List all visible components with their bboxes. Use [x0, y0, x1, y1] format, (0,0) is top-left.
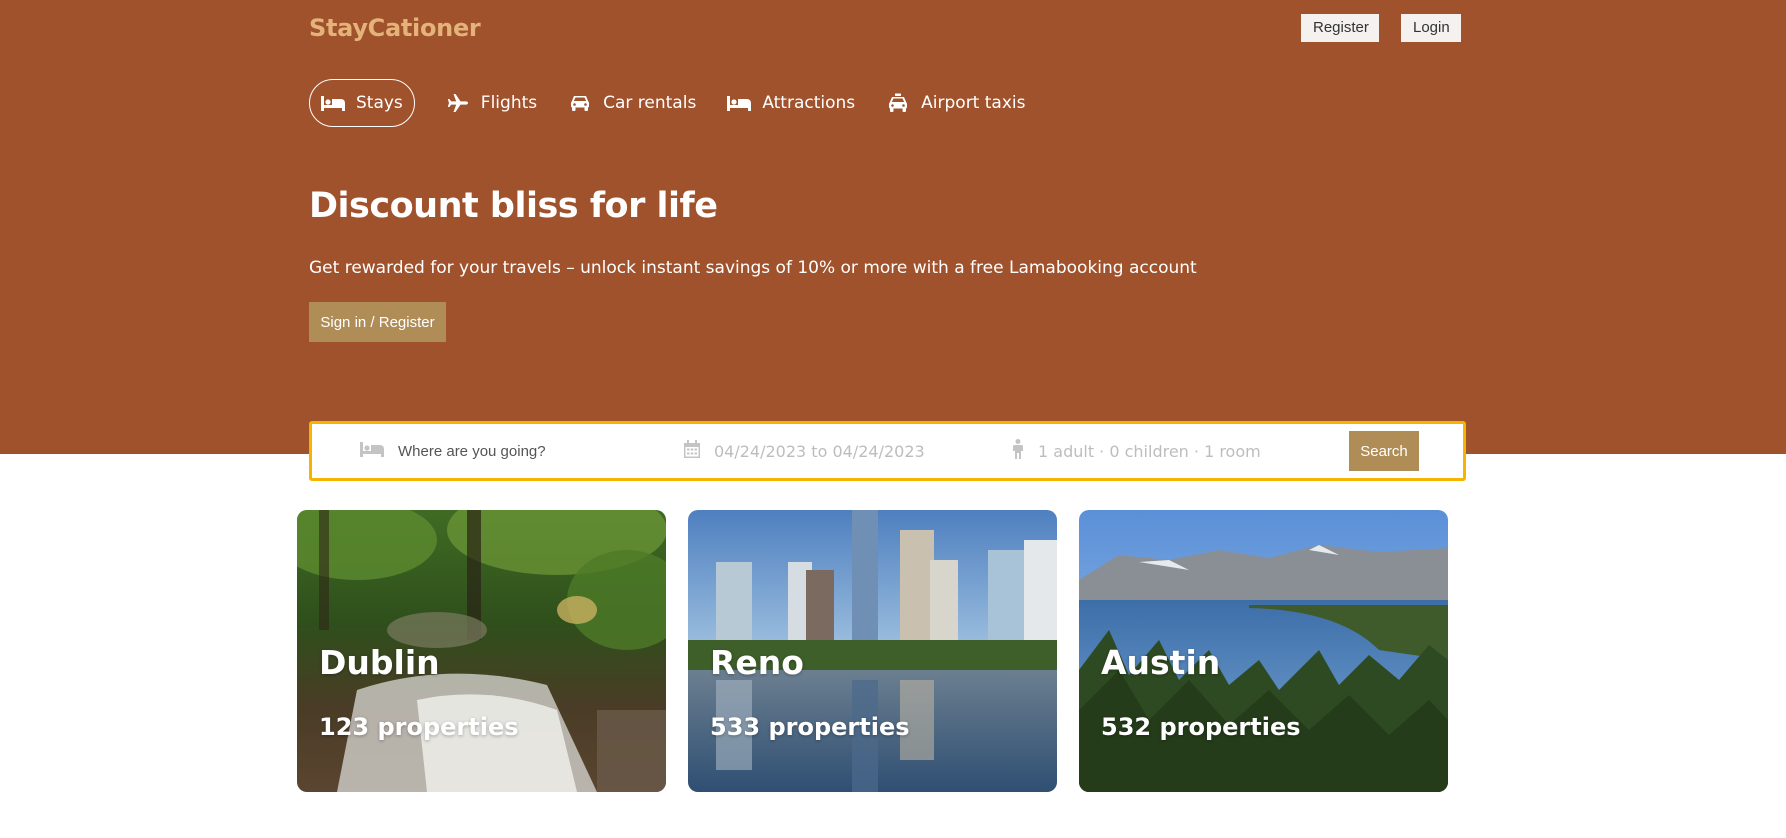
nav-item-label: Flights — [480, 93, 538, 113]
nav-item-car-rentals[interactable]: Car rentals — [567, 79, 696, 127]
card-property-count: 533 properties — [710, 713, 910, 741]
site-logo[interactable]: StayCationer — [309, 14, 481, 42]
card-city-name: Austin — [1101, 643, 1221, 682]
sign-in-register-button[interactable]: Sign in / Register — [309, 302, 446, 342]
bed-icon — [726, 93, 752, 113]
featured-card-dublin[interactable]: Dublin 123 properties — [297, 510, 666, 792]
date-range-text: 04/24/2023 to 04/24/2023 — [714, 441, 925, 461]
guests-text: 1 adult · 0 children · 1 room — [1038, 441, 1261, 461]
nav-item-attractions[interactable]: Attractions — [726, 79, 855, 127]
nav-item-label: Stays — [356, 93, 403, 113]
register-button[interactable]: Register — [1301, 14, 1379, 42]
header-banner: StayCationer Register Login Stays Flight… — [0, 0, 1786, 454]
hero-description: Get rewarded for your travels – unlock i… — [309, 258, 1197, 278]
destination-input[interactable] — [398, 442, 638, 460]
search-button[interactable]: Search — [1349, 431, 1419, 471]
featured-cities: Dublin 123 properties Reno 533 propertie… — [297, 510, 1470, 792]
calendar-icon — [684, 439, 700, 463]
nav-item-stays[interactable]: Stays — [309, 79, 415, 127]
nav-item-label: Attractions — [762, 93, 856, 113]
taxi-icon — [885, 93, 911, 113]
search-bar: 04/24/2023 to 04/24/2023 1 adult · 0 chi… — [309, 421, 1466, 481]
card-property-count: 123 properties — [319, 713, 519, 741]
hero-title: Discount bliss for life — [309, 186, 718, 226]
destination-field[interactable] — [360, 424, 638, 478]
card-property-count: 532 properties — [1101, 713, 1301, 741]
plane-icon — [445, 93, 471, 113]
featured-card-reno[interactable]: Reno 533 properties — [688, 510, 1057, 792]
nav-item-flights[interactable]: Flights — [445, 79, 537, 127]
category-nav: Stays Flights Car rentals Attractions Ai… — [309, 79, 1055, 127]
nav-item-label: Car rentals — [603, 93, 697, 113]
login-button[interactable]: Login — [1401, 14, 1461, 42]
date-range-field[interactable]: 04/24/2023 to 04/24/2023 — [684, 424, 925, 478]
guests-field[interactable]: 1 adult · 0 children · 1 room — [1012, 424, 1261, 478]
card-city-name: Reno — [710, 643, 804, 682]
bed-icon — [320, 93, 346, 113]
bed-icon — [360, 440, 384, 463]
nav-item-label: Airport taxis — [921, 93, 1026, 113]
featured-card-austin[interactable]: Austin 532 properties — [1079, 510, 1448, 792]
person-icon — [1012, 438, 1024, 464]
nav-item-airport-taxis[interactable]: Airport taxis — [885, 79, 1025, 127]
car-icon — [567, 93, 593, 113]
card-city-name: Dublin — [319, 643, 440, 682]
